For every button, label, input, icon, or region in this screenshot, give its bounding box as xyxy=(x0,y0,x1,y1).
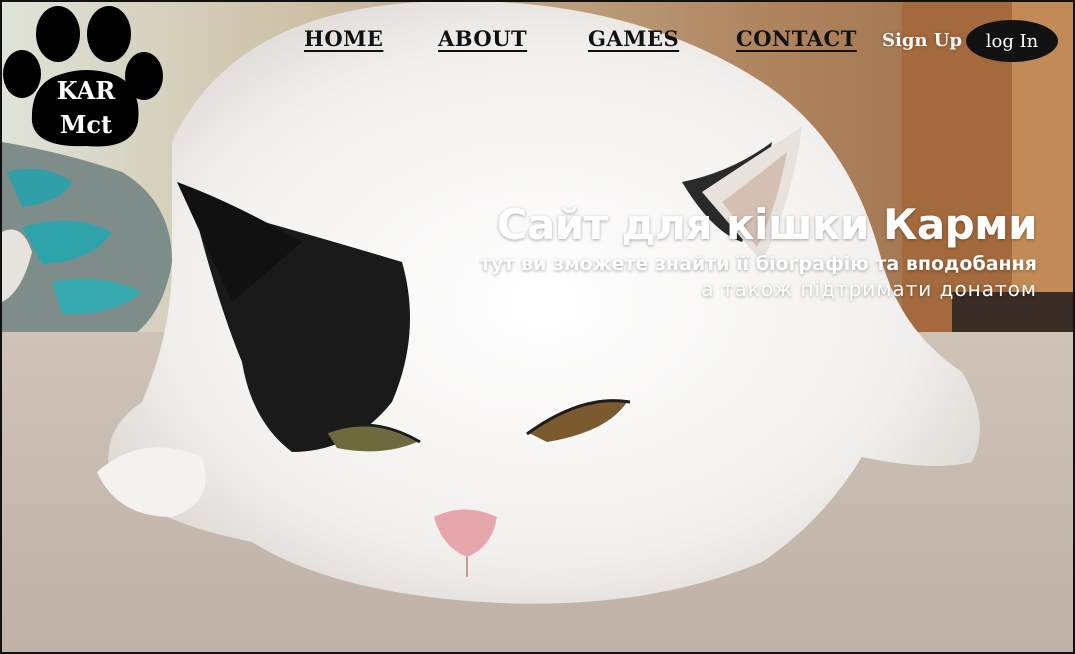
logo-text-line1: KAR xyxy=(56,76,116,105)
logo-text: KAR Mct xyxy=(54,74,118,142)
nav-link-home[interactable]: HOME xyxy=(304,26,383,51)
hero-title: Сайт для кішки Карми xyxy=(496,200,1038,249)
signup-button[interactable]: Sign Up xyxy=(882,30,962,51)
logo-text-line2: Mct xyxy=(59,110,113,139)
login-button-label: log In xyxy=(985,30,1039,52)
nav-link-games[interactable]: GAMES xyxy=(588,26,679,51)
nav-link-contact[interactable]: CONTACT xyxy=(736,26,857,51)
page: KAR Mct HOME ABOUT GAMES CONTACT Sign Up… xyxy=(0,0,1075,654)
hero-subtitle-donate: а також підтримати донатом xyxy=(701,277,1037,301)
hero-subtitle: тут ви зможете знайти її біографію та вп… xyxy=(479,253,1037,275)
nav-link-about[interactable]: ABOUT xyxy=(438,26,527,51)
login-button[interactable]: log In xyxy=(966,20,1058,62)
hero-text: Сайт для кішки Карми тут ви зможете знай… xyxy=(479,198,1038,302)
